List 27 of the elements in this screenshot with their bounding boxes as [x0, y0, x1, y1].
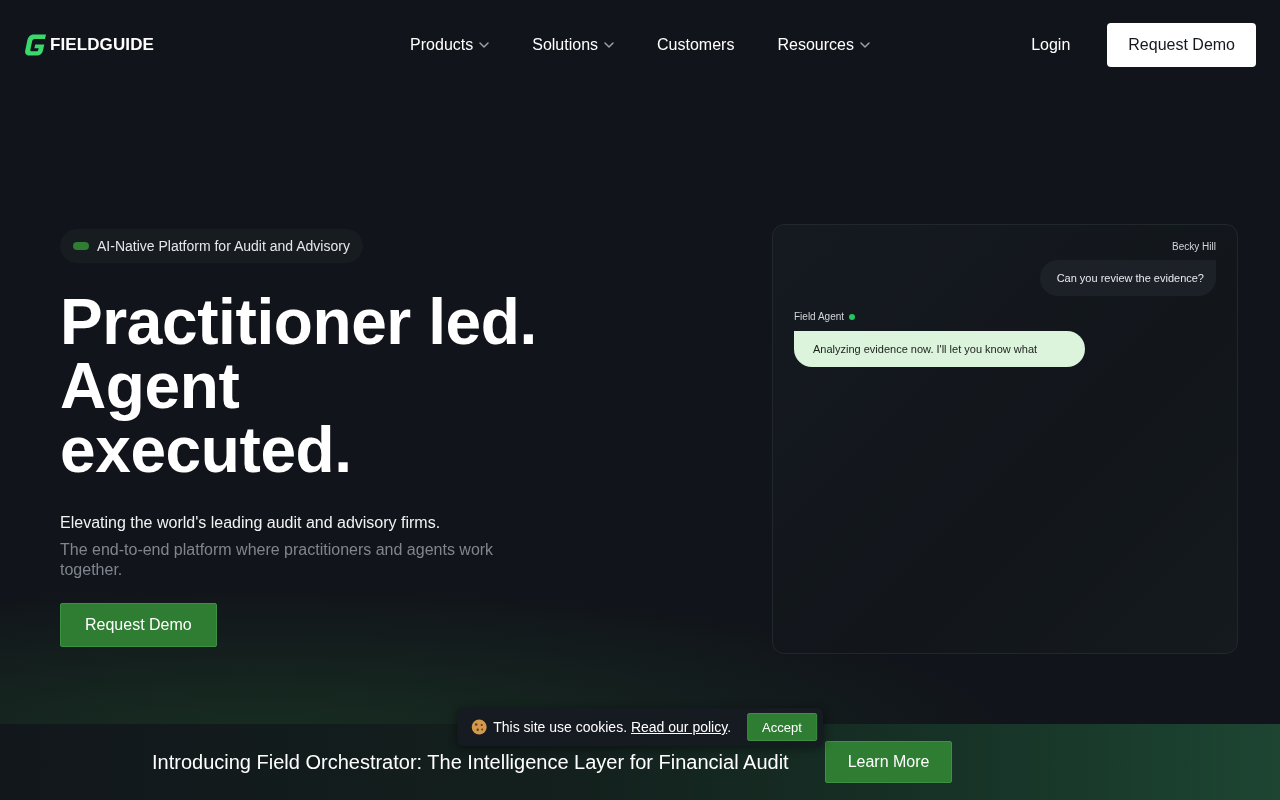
request-demo-button[interactable]: Request Demo — [1107, 23, 1256, 67]
sender-name: Field Agent — [794, 311, 845, 323]
agent-message: Analyzing evidence now. I'll let you know what — [794, 331, 1086, 367]
user-message: Can you review the evidence? — [1039, 260, 1216, 296]
logo-icon[interactable] — [24, 33, 47, 57]
hero-description: The end-to-end platform where practitioners and agents work together. — [60, 540, 495, 580]
announcement-text: Introducing Field Orchestrator: The Intelligence Layer for Financial Audit — [152, 750, 789, 774]
cookie-notice: This site use cookies. Read our policy. — [493, 719, 732, 735]
nav-link[interactable]: Solutions — [532, 35, 615, 55]
pill-icon — [73, 242, 89, 250]
chevron-down-icon[interactable] — [859, 42, 870, 48]
accept-button[interactable]: Accept — [747, 713, 817, 741]
learn-more-button[interactable]: Learn More — [824, 741, 953, 783]
request-demo-button[interactable]: Request Demo — [60, 603, 217, 647]
chevron-down-icon[interactable] — [604, 42, 615, 48]
hero-subtitle: Elevating the world's leading audit and advisory firms. — [60, 513, 441, 533]
brand-name[interactable]: FIELDGUIDE — [50, 35, 154, 55]
hero-headline: Practitioner led. Agent executed. — [60, 290, 537, 482]
tagline-text: AI-Native Platform for Audit and Advisory — [97, 238, 350, 254]
cookie-icon — [471, 719, 488, 735]
status-dot-icon — [849, 314, 856, 320]
sender-name: Becky Hill — [1172, 241, 1216, 253]
nav-link[interactable]: Resources — [777, 35, 870, 55]
nav-link[interactable]: Products — [410, 35, 490, 55]
login-link[interactable]: Login — [1031, 36, 1071, 54]
nav-link[interactable]: Customers — [657, 35, 735, 55]
chevron-down-icon[interactable] — [479, 42, 490, 48]
